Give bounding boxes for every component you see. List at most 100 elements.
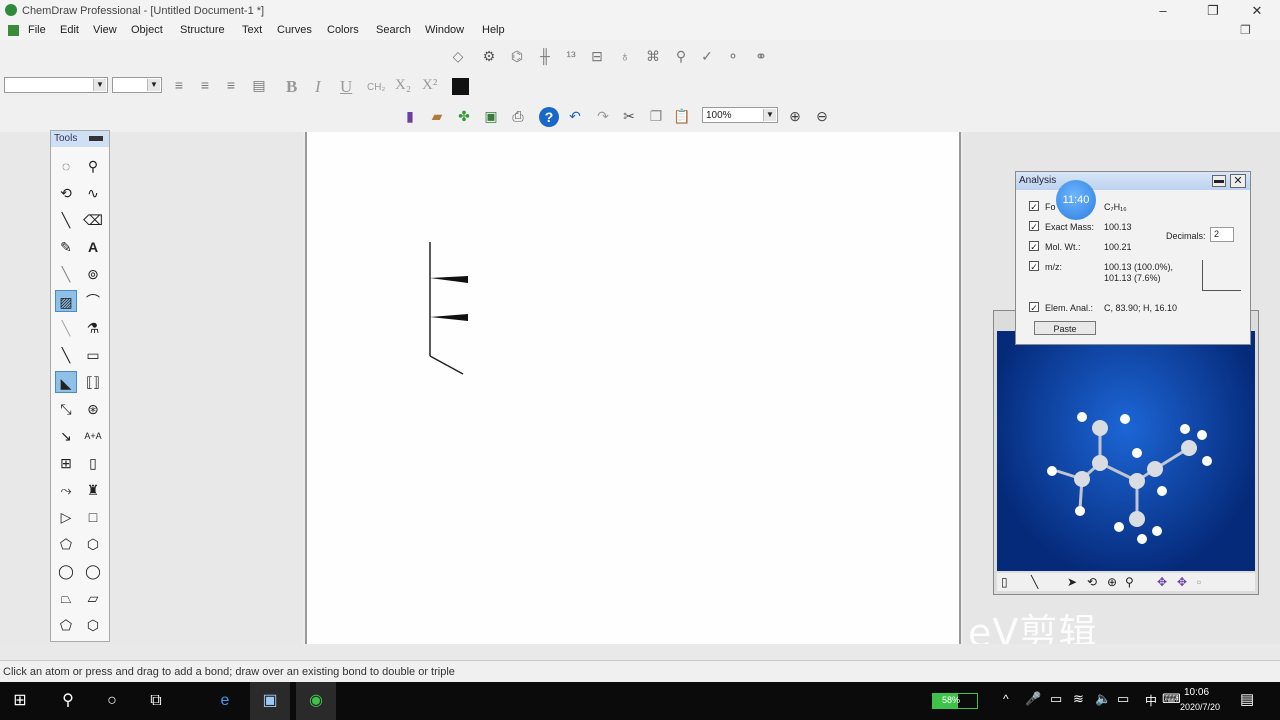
hexagon-ring-icon[interactable]: ⬡ — [82, 533, 104, 555]
mz-checkbox[interactable]: ✓ — [1029, 261, 1039, 272]
underline-button[interactable]: U — [340, 77, 352, 97]
formula-checkbox[interactable]: ✓ — [1029, 201, 1039, 212]
bold-bond-icon[interactable]: ╲ — [55, 344, 77, 366]
viewer-doc-icon[interactable]: ▯ — [1001, 575, 1008, 589]
stereo-icon[interactable]: ⚙ — [480, 47, 498, 65]
nmr-icon[interactable]: ╫ — [536, 47, 554, 65]
stamp-icon[interactable]: ♜ — [82, 479, 104, 501]
app-window-icon[interactable]: ▣ — [250, 682, 290, 720]
paste-icon[interactable]: 📋 — [673, 107, 691, 125]
text-tool-icon[interactable]: A — [82, 236, 104, 258]
analysis-header[interactable]: Analysis ▬ ✕ — [1016, 172, 1250, 190]
align-left-icon[interactable]: ≡ — [170, 76, 188, 94]
cortana-icon[interactable]: ○ — [92, 682, 132, 720]
edge-browser-icon[interactable]: e — [205, 682, 245, 720]
task-view-icon[interactable]: ⧉ — [136, 682, 176, 720]
cyclopentadiene-icon[interactable]: ⬠ — [55, 614, 77, 636]
clock-date[interactable]: 2020/7/20 — [1180, 702, 1220, 712]
eraser-icon[interactable]: ⌫ — [82, 209, 104, 231]
search-icon[interactable]: ⚲ — [48, 682, 88, 720]
clock-time[interactable]: 10:06 — [1184, 687, 1209, 698]
network-icon[interactable]: ▭ — [1050, 691, 1062, 707]
lasso-icon[interactable]: ◌ — [55, 155, 77, 177]
zoom-in-icon[interactable]: ⊕ — [786, 107, 804, 125]
magnify-icon[interactable]: ⚲ — [82, 155, 104, 177]
aromatic-label-icon[interactable]: A+A — [82, 425, 104, 447]
volume-icon[interactable]: 🔈 — [1095, 691, 1111, 707]
reaction-icon[interactable]: ♁ — [616, 47, 634, 65]
cut-icon[interactable]: ✂ — [620, 107, 638, 125]
viewer-zoom-icon[interactable]: ⚲ — [1125, 575, 1134, 589]
viewer-select-icon[interactable]: ➤ — [1067, 575, 1077, 589]
exact-mass-checkbox[interactable]: ✓ — [1029, 221, 1039, 232]
bracket-icon[interactable]: ⟦⟧ — [82, 371, 104, 393]
wifi-icon[interactable]: ≋ — [1073, 691, 1084, 707]
chair-1-icon[interactable]: ⏢ — [55, 587, 77, 609]
notification-icon[interactable]: ▤ — [1240, 690, 1254, 708]
name-to-structure-icon[interactable]: ⌘ — [644, 47, 662, 65]
curve-arrow-icon[interactable]: ⤳ — [55, 479, 77, 501]
analysis-close-icon[interactable]: ✕ — [1230, 174, 1246, 188]
input-method-icon[interactable]: ⌨ — [1162, 691, 1181, 707]
wavy-bond-icon[interactable]: ⤡ — [55, 398, 77, 420]
arrow-curve-icon[interactable]: ⌒ — [82, 290, 104, 312]
elem-anal-checkbox[interactable]: ✓ — [1029, 302, 1039, 313]
3d-model-view[interactable] — [997, 331, 1255, 571]
tray-up-icon[interactable]: ^ — [1003, 692, 1009, 706]
horizontal-scrollbar[interactable] — [0, 644, 1280, 660]
menu-edit[interactable]: Edit — [60, 24, 79, 36]
paste-button[interactable]: Paste — [1034, 321, 1096, 335]
table-icon[interactable]: ⊞ — [55, 452, 77, 474]
new-document-icon[interactable]: ▮ — [401, 107, 419, 125]
menu-search[interactable]: Search — [376, 24, 411, 36]
decimals-spinner[interactable]: 2 — [1210, 227, 1234, 242]
align-right-icon[interactable]: ≡ — [222, 76, 240, 94]
chain-icon[interactable]: ∿ — [82, 182, 104, 204]
minimize-button[interactable]: – — [1140, 0, 1186, 22]
document-tool-icon[interactable]: ▯ — [82, 452, 104, 474]
save-icon[interactable]: ▣ — [482, 107, 500, 125]
copy-icon[interactable]: ❐ — [647, 107, 665, 125]
arrow-tool-icon[interactable]: ↘ — [55, 425, 77, 447]
keyboard-icon[interactable]: ▭ — [1117, 691, 1129, 707]
mol-wt-checkbox[interactable]: ✓ — [1029, 241, 1039, 252]
wedge-bond-icon[interactable]: ◣ — [55, 371, 77, 393]
microphone-icon[interactable]: 🎤 — [1025, 691, 1041, 707]
menu-curves[interactable]: Curves — [277, 24, 312, 36]
viewer-bond-icon[interactable]: ╲ — [1031, 575, 1038, 589]
menu-file[interactable]: File — [28, 24, 46, 36]
viewer-move-x-icon[interactable]: ✥ — [1157, 575, 1167, 589]
cyclooctane-icon[interactable]: ◯ — [82, 560, 104, 582]
font-combo[interactable]: ▼ — [4, 77, 108, 93]
c13-nmr-icon[interactable]: ¹³ — [562, 47, 580, 65]
molecule-drawing[interactable] — [307, 132, 959, 644]
flask-icon[interactable]: ⚗ — [82, 317, 104, 339]
viewer-translate-icon[interactable]: ⊕ — [1107, 575, 1117, 589]
menu-view[interactable]: View — [93, 24, 117, 36]
open-icon[interactable]: ▰ — [428, 107, 446, 125]
viewer-rotate-icon[interactable]: ⟲ — [1087, 575, 1097, 589]
clean-structure-icon[interactable]: ⚲ — [672, 47, 690, 65]
template-icon[interactable]: ⌬ — [508, 47, 526, 65]
dashed-bond-icon[interactable]: ╲ — [55, 263, 77, 285]
redo-icon[interactable]: ↷ — [594, 107, 612, 125]
menu-structure[interactable]: Structure — [180, 24, 225, 36]
start-windows-icon[interactable]: ⊞ — [0, 682, 40, 720]
subscript-button[interactable]: X₂ — [395, 77, 411, 94]
menu-window[interactable]: Window — [425, 24, 464, 36]
menu-object[interactable]: Object — [131, 24, 163, 36]
help-icon[interactable]: ? — [539, 107, 559, 127]
tools-palette-header[interactable]: Tools — [51, 131, 109, 147]
palette-minimize-icon[interactable] — [89, 136, 103, 141]
viewer-move-y-icon[interactable]: ✥ — [1177, 575, 1187, 589]
triangle-ring-icon[interactable]: ▷ — [55, 506, 77, 528]
check-structure-icon[interactable]: ✓ — [698, 47, 716, 65]
color-swatch[interactable] — [452, 78, 469, 95]
mdi-restore-icon[interactable]: ❐ — [1240, 23, 1251, 37]
print-icon[interactable]: ⎙ — [509, 107, 527, 125]
undo-icon[interactable]: ↶ — [566, 107, 584, 125]
align-center-icon[interactable]: ≡ — [196, 76, 214, 94]
ime-indicator[interactable]: 中 — [1145, 692, 1157, 709]
sequence-icon[interactable]: ⚭ — [752, 47, 770, 65]
orbital-icon[interactable]: ⊚ — [82, 263, 104, 285]
